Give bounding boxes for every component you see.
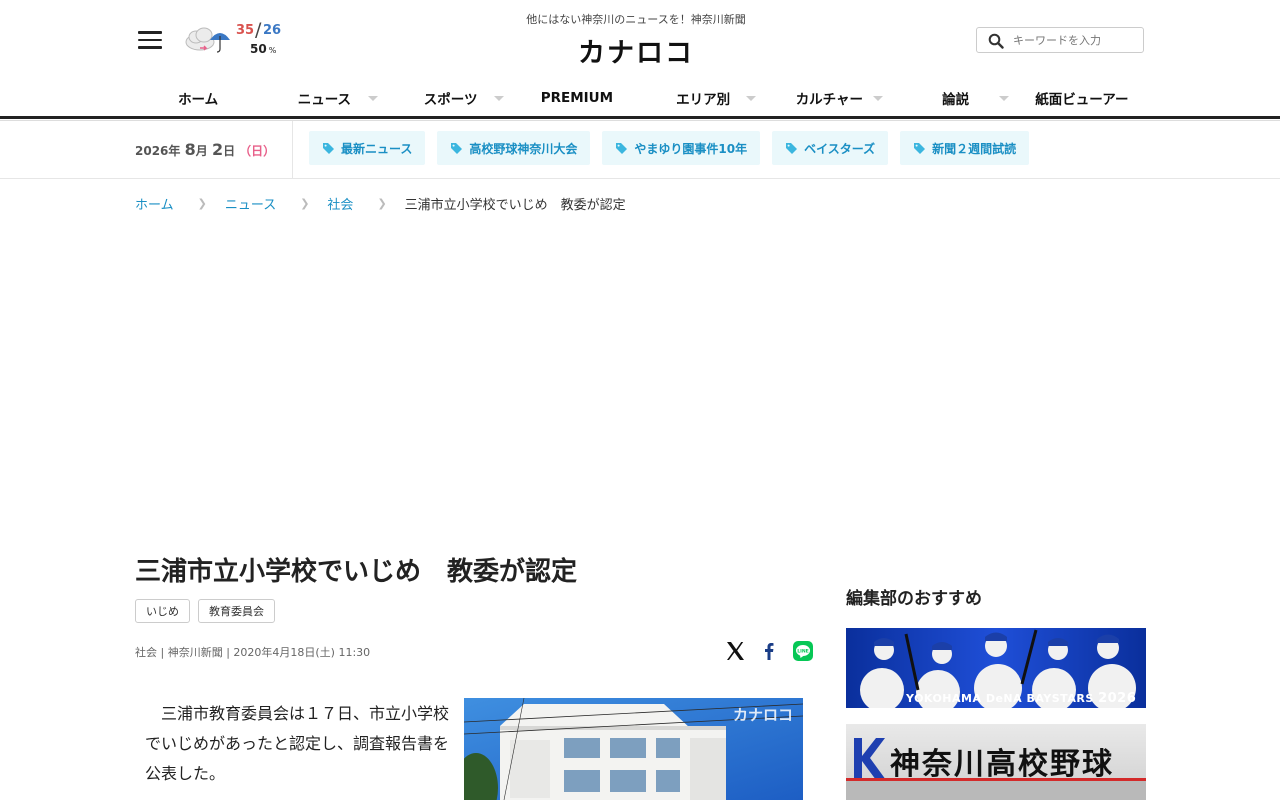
article-tag-ijime[interactable]: いじめ [135,599,190,623]
article-tag-board[interactable]: 教育委員会 [198,599,275,623]
breadcrumb: ホーム ❯ ニュース ❯ 社会 ❯ 三浦市立小学校でいじめ 教委が認定 [135,194,626,213]
topic-tag-label: 新聞２週間試読 [932,141,1017,156]
main-nav: ホーム ニュース スポーツ PREMIUM エリア別 カルチャー 論説 紙面ビュ… [135,80,1145,116]
caret-down-icon [746,96,757,101]
topic-tag-label: ベイスターズ [804,141,876,156]
nav-label: カルチャー [795,92,864,108]
nav-home[interactable]: ホーム [135,80,261,116]
article-body: 三浦市教育委員会は１７日、市立小学校でいじめがあったと認定し、調査報告書を公表し… [145,704,450,783]
search-icon [988,33,1004,49]
nav-sports[interactable]: スポーツ [388,80,514,116]
search-input[interactable] [1013,32,1133,48]
date-year-suffix: 年 [168,144,181,158]
topic-bar: 2026年 8月 2日 （日） 最新ニュース 高校野球神奈川大会 やまゆり園事件1… [0,121,1280,179]
site-tagline: 他にはない神奈川のニュースを！神奈川新聞 [526,13,746,26]
line-icon: LINE [793,641,813,661]
breadcrumb-society[interactable]: 社会 [327,194,353,213]
article-meta: 社会 | 神奈川新聞 | 2020年4月18日(土) 11:30 [135,646,371,659]
nav-label: スポーツ [423,92,478,108]
nav-label: ホーム [178,92,219,108]
nav-editorial[interactable]: 論説 [893,80,1019,116]
date-day-suffix: 日 [223,144,236,158]
nav-label: 紙面ビューアー [1035,92,1129,108]
baystars-caption: YOKOHAMA DeNA BAYSTARS 2026 [906,691,1136,706]
facebook-icon [765,643,774,660]
baystars-banner[interactable]: YOKOHAMA DeNA BAYSTARS 2026 [846,628,1146,708]
share-line-button[interactable]: LINE [792,640,814,662]
x-logo-icon [727,642,744,660]
topic-tag-label: 高校野球神奈川大会 [469,141,578,156]
topic-tag-latest[interactable]: 最新ニュース [309,131,426,165]
caret-down-icon [367,96,378,101]
svg-text:LINE: LINE [797,648,809,654]
baystars-caption-text: YOKOHAMA DeNA BAYSTARS [906,692,1094,705]
topic-tags: 最新ニュース 高校野球神奈川大会 やまゆり園事件10年 ベイスターズ 新聞２週間… [309,131,1041,165]
sidebar-heading: 編集部のおすすめ [846,589,982,609]
caret-down-icon [493,96,504,101]
nav-label: PREMIUM [540,90,614,106]
nav-label: 論説 [942,92,970,108]
nav-news[interactable]: ニュース [261,80,387,116]
topic-tag-baystars[interactable]: ベイスターズ [772,131,889,165]
breadcrumb-news[interactable]: ニュース [225,194,276,213]
breadcrumb-current: 三浦市立小学校でいじめ 教委が認定 [404,198,626,213]
tag-icon [451,142,463,154]
nav-label: エリア別 [676,92,731,108]
article-tags: いじめ 教育委員会 [135,599,283,623]
share-x-button[interactable] [724,640,746,662]
share-facebook-button[interactable] [758,640,780,662]
date-year: 2026 [135,144,169,158]
chevron-right-icon: ❯ [300,197,310,210]
current-date: 2026年 8月 2日 （日） [135,140,275,159]
highschool-baseball-banner[interactable]: 神奈川高校野球 [846,724,1146,800]
nav-culture[interactable]: カルチャー [766,80,892,116]
nav-premium[interactable]: PREMIUM [514,80,640,116]
tag-icon [616,142,628,154]
topic-divider [292,121,293,178]
highschool-baseball-title: 神奈川高校野球 [890,747,1114,782]
topic-tag-label: やまゆり園事件10年 [634,141,748,156]
date-weekday: （日） [239,144,276,158]
nav-viewer[interactable]: 紙面ビューアー [1019,80,1145,116]
date-day: 2 [211,140,224,159]
topic-tag-trial[interactable]: 新聞２週間試読 [900,131,1030,165]
nav-area[interactable]: エリア別 [640,80,766,116]
article-photo[interactable]: カナロコ [464,698,803,800]
nav-divider [0,116,1280,119]
baystars-caption-year: 2026 [1098,691,1137,706]
topic-tag-highschool-baseball[interactable]: 高校野球神奈川大会 [437,131,591,165]
caret-down-icon [998,96,1009,101]
chevron-right-icon: ❯ [197,197,207,210]
topic-tag-yamayuri[interactable]: やまゆり園事件10年 [602,131,761,165]
photo-watermark: カナロコ [732,706,793,724]
tag-icon [786,142,798,154]
article-title: 三浦市立小学校でいじめ 教委が認定 [135,557,578,587]
tag-icon [914,142,926,154]
date-month-suffix: 月 [195,144,208,158]
date-month: 8 [184,140,196,159]
nav-label: ニュース [297,92,352,108]
tag-icon [323,142,334,154]
chevron-right-icon: ❯ [377,197,387,210]
breadcrumb-home[interactable]: ホーム [135,194,174,213]
search-box[interactable] [976,27,1144,53]
caret-down-icon [872,96,883,101]
topic-tag-label: 最新ニュース [341,141,413,156]
